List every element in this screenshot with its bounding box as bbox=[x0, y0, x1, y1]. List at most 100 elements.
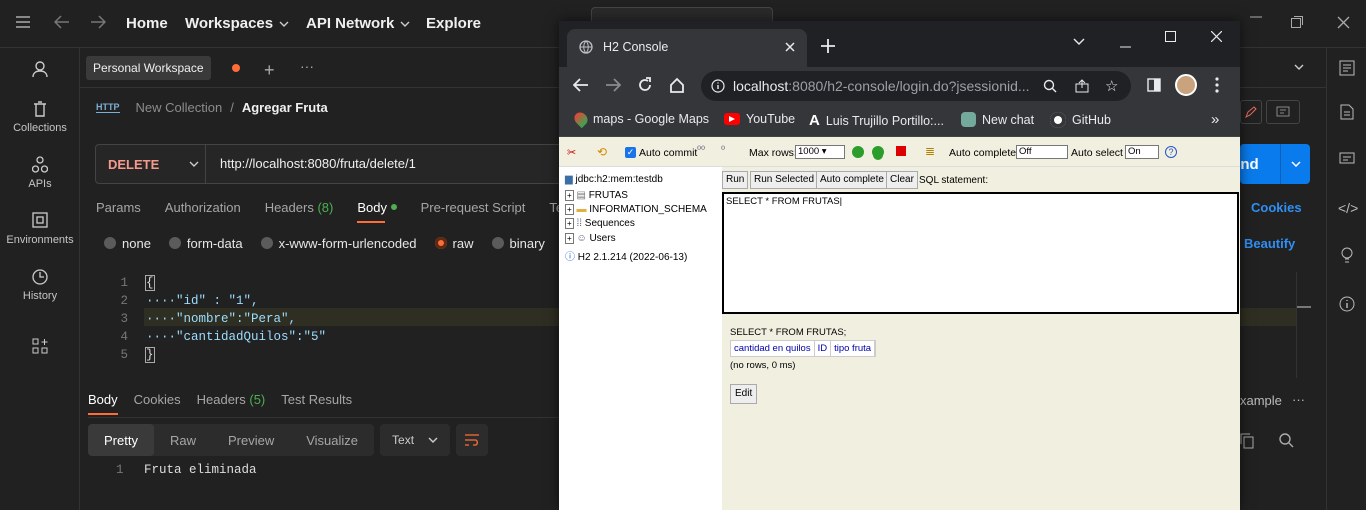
auto-complete-button[interactable]: Auto complete bbox=[816, 171, 888, 189]
run-button[interactable]: Run bbox=[722, 171, 749, 189]
comment-icon[interactable] bbox=[1266, 100, 1300, 124]
home-link[interactable]: Home bbox=[126, 15, 168, 32]
sql-input[interactable]: SELECT * FROM FRUTAS| bbox=[722, 192, 1239, 314]
zoom-search-icon[interactable] bbox=[1043, 79, 1057, 96]
close-icon[interactable] bbox=[1337, 16, 1350, 29]
close-tab-icon[interactable] bbox=[785, 41, 795, 55]
expand-icon[interactable]: + bbox=[565, 204, 574, 215]
view-raw[interactable]: Raw bbox=[154, 433, 212, 448]
forward-arrow-icon[interactable] bbox=[90, 15, 106, 29]
forward-arrow-icon[interactable] bbox=[605, 78, 622, 95]
edit-button[interactable]: Edit bbox=[730, 384, 758, 404]
tree-table-frutas[interactable]: + ▤ FRUTAS bbox=[565, 190, 628, 201]
copy-icon[interactable] bbox=[1240, 433, 1254, 449]
minimize-icon[interactable] bbox=[1120, 36, 1131, 51]
wrap-lines-icon[interactable] bbox=[456, 424, 489, 456]
expand-icon[interactable]: + bbox=[565, 233, 574, 244]
environment-select-icon[interactable] bbox=[1339, 60, 1355, 76]
max-rows-select[interactable]: 1000 ▾ bbox=[795, 145, 845, 159]
column-header[interactable]: ID bbox=[814, 341, 832, 356]
bookmark-github[interactable]: GitHub bbox=[1050, 112, 1111, 128]
more-bookmarks-icon[interactable]: » bbox=[1211, 111, 1219, 128]
tab-params[interactable]: Params bbox=[96, 200, 141, 215]
api-network-menu[interactable]: API Network bbox=[306, 15, 410, 32]
auto-select-select[interactable]: On bbox=[1125, 145, 1159, 159]
more-icon[interactable]: ··· bbox=[300, 58, 314, 74]
sidebar-item-environments[interactable]: Environments bbox=[0, 212, 80, 246]
send-dropdown-icon[interactable] bbox=[1280, 144, 1310, 184]
run-selected-icon[interactable] bbox=[872, 146, 884, 158]
bookmark-star-icon[interactable]: ☆ bbox=[1105, 77, 1118, 95]
tree-connection[interactable]: ▆ jdbc:h2:mem:testdb bbox=[565, 174, 663, 185]
tree-users[interactable]: + ☺ Users bbox=[565, 233, 616, 244]
bookmark-youtube[interactable]: YouTube bbox=[724, 112, 795, 126]
sidebar-item-collections[interactable]: Collections bbox=[0, 100, 80, 134]
editor-scrollbar[interactable] bbox=[1296, 272, 1311, 378]
tab-headers[interactable]: Headers (8) bbox=[265, 200, 334, 215]
more-icon[interactable]: ··· bbox=[1292, 392, 1305, 407]
code-icon[interactable]: </> bbox=[1338, 200, 1358, 216]
radio-none[interactable]: none bbox=[104, 236, 151, 251]
tab-search-chevron-icon[interactable] bbox=[1073, 33, 1085, 48]
close-icon[interactable] bbox=[1210, 30, 1223, 45]
breadcrumb-collection[interactable]: New Collection bbox=[136, 100, 223, 115]
kebab-menu-icon[interactable] bbox=[1215, 77, 1219, 96]
resp-tab-headers[interactable]: Headers (5) bbox=[197, 392, 266, 407]
view-preview[interactable]: Preview bbox=[212, 433, 290, 448]
info-icon[interactable] bbox=[711, 79, 725, 96]
share-icon[interactable] bbox=[1075, 79, 1089, 96]
radio-binary[interactable]: binary bbox=[491, 236, 545, 251]
disconnect-icon[interactable]: ✂ bbox=[567, 146, 576, 159]
view-pretty[interactable]: Pretty bbox=[88, 424, 154, 456]
sidebar-item-configure[interactable] bbox=[0, 338, 80, 358]
back-arrow-icon[interactable] bbox=[54, 15, 70, 29]
tree-information-schema[interactable]: + ▬ INFORMATION_SCHEMA bbox=[565, 204, 707, 215]
url-input[interactable]: http://localhost:8080/fruta/delete/1 bbox=[220, 156, 416, 171]
chrome-tab-h2-console[interactable]: H2 Console bbox=[567, 29, 807, 67]
bookmark-google-maps[interactable]: maps - Google Maps bbox=[571, 109, 709, 129]
radio-raw[interactable]: raw bbox=[434, 236, 474, 251]
method-select[interactable]: DELETE bbox=[96, 145, 206, 183]
beautify-link[interactable]: Beautify bbox=[1244, 236, 1295, 251]
format-select[interactable]: Text bbox=[380, 424, 451, 456]
new-tab-plus-icon[interactable] bbox=[821, 39, 835, 56]
search-icon[interactable] bbox=[1279, 433, 1294, 448]
explore-link[interactable]: Explore bbox=[426, 15, 481, 32]
rollback-icon[interactable]: ⁰ bbox=[721, 145, 725, 156]
resp-tab-body[interactable]: Body bbox=[88, 392, 118, 415]
chevron-down-icon[interactable] bbox=[1294, 64, 1304, 70]
column-header[interactable]: tipo fruta bbox=[831, 341, 876, 356]
address-bar[interactable]: localhost:8080/h2-console/login.do?jsess… bbox=[701, 71, 1131, 101]
auto-complete-select[interactable]: Off bbox=[1016, 145, 1068, 159]
help-icon[interactable]: ? bbox=[1165, 146, 1177, 158]
resp-tab-test-results[interactable]: Test Results bbox=[281, 392, 352, 407]
save-edit-icon[interactable] bbox=[1240, 100, 1262, 124]
save-example-link[interactable]: xample bbox=[1240, 393, 1282, 408]
lightbulb-icon[interactable] bbox=[1339, 246, 1355, 264]
stop-icon[interactable] bbox=[896, 146, 906, 156]
back-arrow-icon[interactable] bbox=[572, 78, 589, 95]
reload-icon[interactable] bbox=[637, 77, 653, 96]
user-icon[interactable] bbox=[31, 60, 49, 78]
commit-icon[interactable]: ⁰⁰ bbox=[697, 145, 705, 156]
documentation-icon[interactable] bbox=[1340, 104, 1354, 120]
radio-form-data[interactable]: form-data bbox=[168, 236, 243, 251]
restore-icon[interactable] bbox=[1291, 16, 1303, 28]
maximize-icon[interactable] bbox=[1165, 30, 1176, 45]
sidebar-item-history[interactable]: History bbox=[0, 268, 80, 302]
tab-personal-workspace[interactable]: Personal Workspace bbox=[86, 56, 211, 80]
view-visualize[interactable]: Visualize bbox=[290, 433, 374, 448]
bookmark-new-chat[interactable]: New chat bbox=[961, 112, 1034, 127]
expand-icon[interactable]: + bbox=[565, 190, 574, 201]
resp-tab-cookies[interactable]: Cookies bbox=[134, 392, 181, 407]
menu-icon[interactable] bbox=[16, 16, 30, 28]
avatar[interactable] bbox=[1175, 74, 1197, 96]
body-editor[interactable]: 1 { 2 ····"id" : "1", 3 ····"nombre":"Pe… bbox=[88, 272, 559, 376]
info-icon[interactable] bbox=[1339, 296, 1355, 312]
tab-body[interactable]: Body bbox=[357, 200, 397, 223]
clear-button[interactable]: Clear bbox=[886, 171, 918, 189]
run-selected-button[interactable]: Run Selected bbox=[750, 171, 819, 189]
column-header[interactable]: cantidad en quilos bbox=[731, 341, 815, 356]
tree-sequences[interactable]: + ⁞⁞ Sequences bbox=[565, 218, 635, 229]
sidebar-item-apis[interactable]: APIs bbox=[0, 156, 80, 190]
